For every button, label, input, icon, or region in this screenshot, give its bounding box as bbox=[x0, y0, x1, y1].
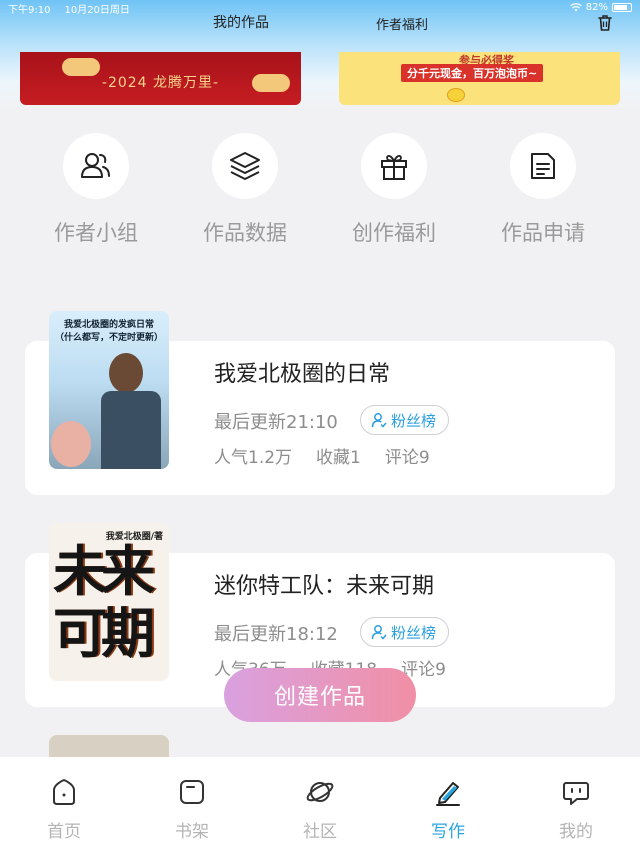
home-icon bbox=[53, 779, 75, 805]
pen-icon bbox=[436, 782, 460, 806]
nav-writing[interactable]: 写作 bbox=[408, 777, 488, 842]
work-stats: 人气1.2万 收藏1 评论9 bbox=[214, 443, 454, 468]
document-icon bbox=[510, 133, 576, 199]
quick-label: 作品申请 bbox=[501, 221, 585, 245]
tab-author-welfare[interactable]: 作者福利 bbox=[376, 14, 428, 33]
work-update-time: 最后更新21:10 bbox=[214, 412, 338, 433]
nav-label: 首页 bbox=[47, 822, 81, 842]
work-update-time: 最后更新18:12 bbox=[214, 624, 338, 645]
popularity: 人气1.2万 bbox=[214, 448, 293, 468]
quick-label: 创作福利 bbox=[352, 221, 436, 245]
nav-label: 我的 bbox=[559, 822, 593, 842]
nav-me[interactable]: 我的 bbox=[536, 777, 616, 842]
person-icon bbox=[371, 413, 387, 428]
banner-left-text: -2024 龙腾万里- bbox=[101, 75, 220, 91]
bottom-nav: 首页 书架 社区 写作 我的 bbox=[0, 757, 640, 853]
wifi-icon bbox=[569, 3, 582, 12]
trash-icon[interactable] bbox=[597, 14, 613, 32]
quick-work-application[interactable]: 作品申请 bbox=[493, 133, 593, 247]
top-tabs: 我的作品 作者福利 bbox=[0, 12, 640, 34]
planet-icon bbox=[306, 782, 334, 802]
work-title[interactable]: 迷你特工队：未来可期 bbox=[214, 568, 434, 600]
quick-label: 作品数据 bbox=[203, 221, 287, 245]
nav-community[interactable]: 社区 bbox=[280, 777, 360, 842]
cover-figure-head bbox=[109, 353, 143, 393]
work-cover[interactable]: 我爱北极圈的发疯日常 （什么都写，不定时更新） bbox=[49, 311, 169, 469]
fans-ranking-button[interactable]: 粉丝榜 bbox=[360, 617, 450, 647]
nav-label: 书架 bbox=[175, 822, 209, 842]
comments: 评论9 bbox=[384, 448, 430, 468]
quick-work-data[interactable]: 作品数据 bbox=[195, 133, 295, 247]
layers-icon bbox=[212, 133, 278, 199]
tab-my-works[interactable]: 我的作品 bbox=[213, 12, 269, 32]
work-title[interactable]: 我爱北极圈的日常 bbox=[214, 356, 390, 388]
banner-right-line2: 分千元现金，百万泡泡币~ bbox=[401, 64, 544, 82]
quick-author-group[interactable]: 作者小组 bbox=[46, 133, 146, 247]
fans-ranking-button[interactable]: 粉丝榜 bbox=[360, 405, 450, 435]
cover-pig bbox=[51, 421, 91, 467]
create-work-button[interactable]: 创建作品 bbox=[224, 668, 416, 722]
work-cover[interactable]: 我爱北极圈/著 未来可期 bbox=[49, 523, 169, 681]
gift-icon bbox=[361, 133, 427, 199]
person-icon bbox=[371, 625, 387, 640]
quick-creation-welfare[interactable]: 创作福利 bbox=[344, 133, 444, 247]
cover-figure-body bbox=[101, 391, 161, 469]
nav-home[interactable]: 首页 bbox=[24, 777, 104, 842]
chat-icon bbox=[563, 782, 589, 805]
banner-dragon-year[interactable]: -2024 龙腾万里- bbox=[20, 52, 301, 105]
quick-label: 作者小组 bbox=[54, 221, 138, 245]
banner-prize[interactable]: 参与必得奖 分千元现金，百万泡泡币~ bbox=[339, 52, 620, 105]
fans-label: 粉丝榜 bbox=[391, 623, 437, 642]
bookshelf-icon bbox=[180, 780, 204, 804]
people-icon bbox=[63, 133, 129, 199]
nav-label: 社区 bbox=[303, 822, 337, 842]
cover-text: 我爱北极圈的发疯日常 （什么都写，不定时更新） bbox=[54, 320, 163, 343]
nav-bookshelf[interactable]: 书架 bbox=[152, 777, 232, 842]
cover-big-title: 未来可期 bbox=[53, 540, 155, 665]
fans-label: 粉丝榜 bbox=[391, 411, 437, 430]
battery-icon bbox=[612, 3, 632, 12]
nav-label: 写作 bbox=[431, 822, 465, 842]
smiley-icon bbox=[447, 88, 465, 102]
favorites: 收藏1 bbox=[316, 448, 361, 468]
